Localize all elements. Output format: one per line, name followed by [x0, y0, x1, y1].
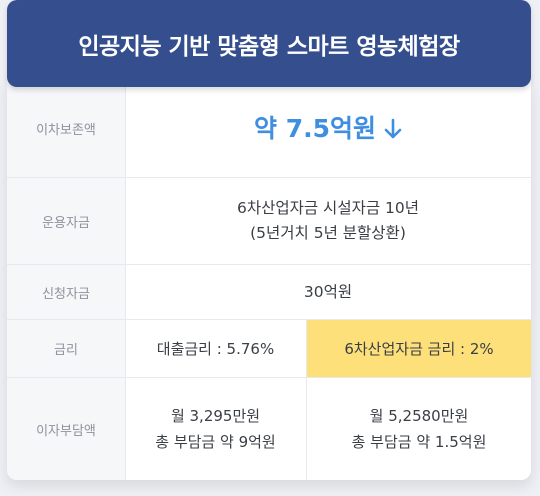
sixth-industry-total: 총 부담금 약 1.5억원	[351, 433, 487, 451]
row-label: 운용자금	[42, 215, 90, 231]
row-interest-rate: 금리 대출금리 : 5.76% 6차산업자금 금리 : 2%	[7, 320, 531, 378]
loan-total: 총 부담금 약 9억원	[155, 433, 276, 451]
loan-rate-cell: 대출금리 : 5.76%	[125, 320, 307, 377]
sixth-industry-burden-cell: 월 5,2580만원 총 부담금 약 1.5억원	[307, 378, 531, 480]
row-operating-funds: 운용자금 6차산업자금 시설자금 10년 (5년거치 5년 분할상환)	[7, 178, 531, 265]
loan-monthly: 월 3,295만원	[170, 407, 261, 425]
subsidy-value-cell: 약 7.5억원	[125, 80, 531, 177]
comparison-table: 이차보존액 약 7.5억원 운용자금 6차산업자금 시설자금 10년 (5년거치…	[7, 80, 531, 480]
row-interest-burden: 이자부담액 월 3,295만원 총 부담금 약 9억원 월 5,2580만원 총…	[7, 378, 531, 480]
row-requested-funds: 신청자금 30억원	[7, 265, 531, 320]
row-interest-subsidy: 이차보존액 약 7.5억원	[7, 80, 531, 178]
operating-funds-line1: 6차산업자금 시설자금 10년	[236, 199, 420, 217]
operating-funds-line2: (5년거치 5년 분할상환)	[250, 224, 406, 242]
sixth-industry-monthly: 월 5,2580만원	[369, 407, 469, 425]
requested-funds-value: 30억원	[303, 282, 353, 301]
arrow-down-icon	[384, 118, 402, 138]
row-label: 금리	[54, 343, 78, 358]
page-title: 인공지능 기반 맞춤형 스마트 영농체험장	[7, 0, 531, 87]
sixth-industry-rate-cell: 6차산업자금 금리 : 2%	[307, 320, 531, 377]
subsidy-amount: 약 7.5억원	[254, 114, 376, 143]
row-label: 이차보존액	[36, 123, 96, 138]
row-label: 이자부담액	[36, 423, 96, 439]
row-label: 신청자금	[42, 286, 90, 302]
loan-burden-cell: 월 3,295만원 총 부담금 약 9억원	[125, 378, 307, 480]
operating-funds-cell: 6차산업자금 시설자금 10년 (5년거치 5년 분할상환)	[125, 178, 531, 264]
